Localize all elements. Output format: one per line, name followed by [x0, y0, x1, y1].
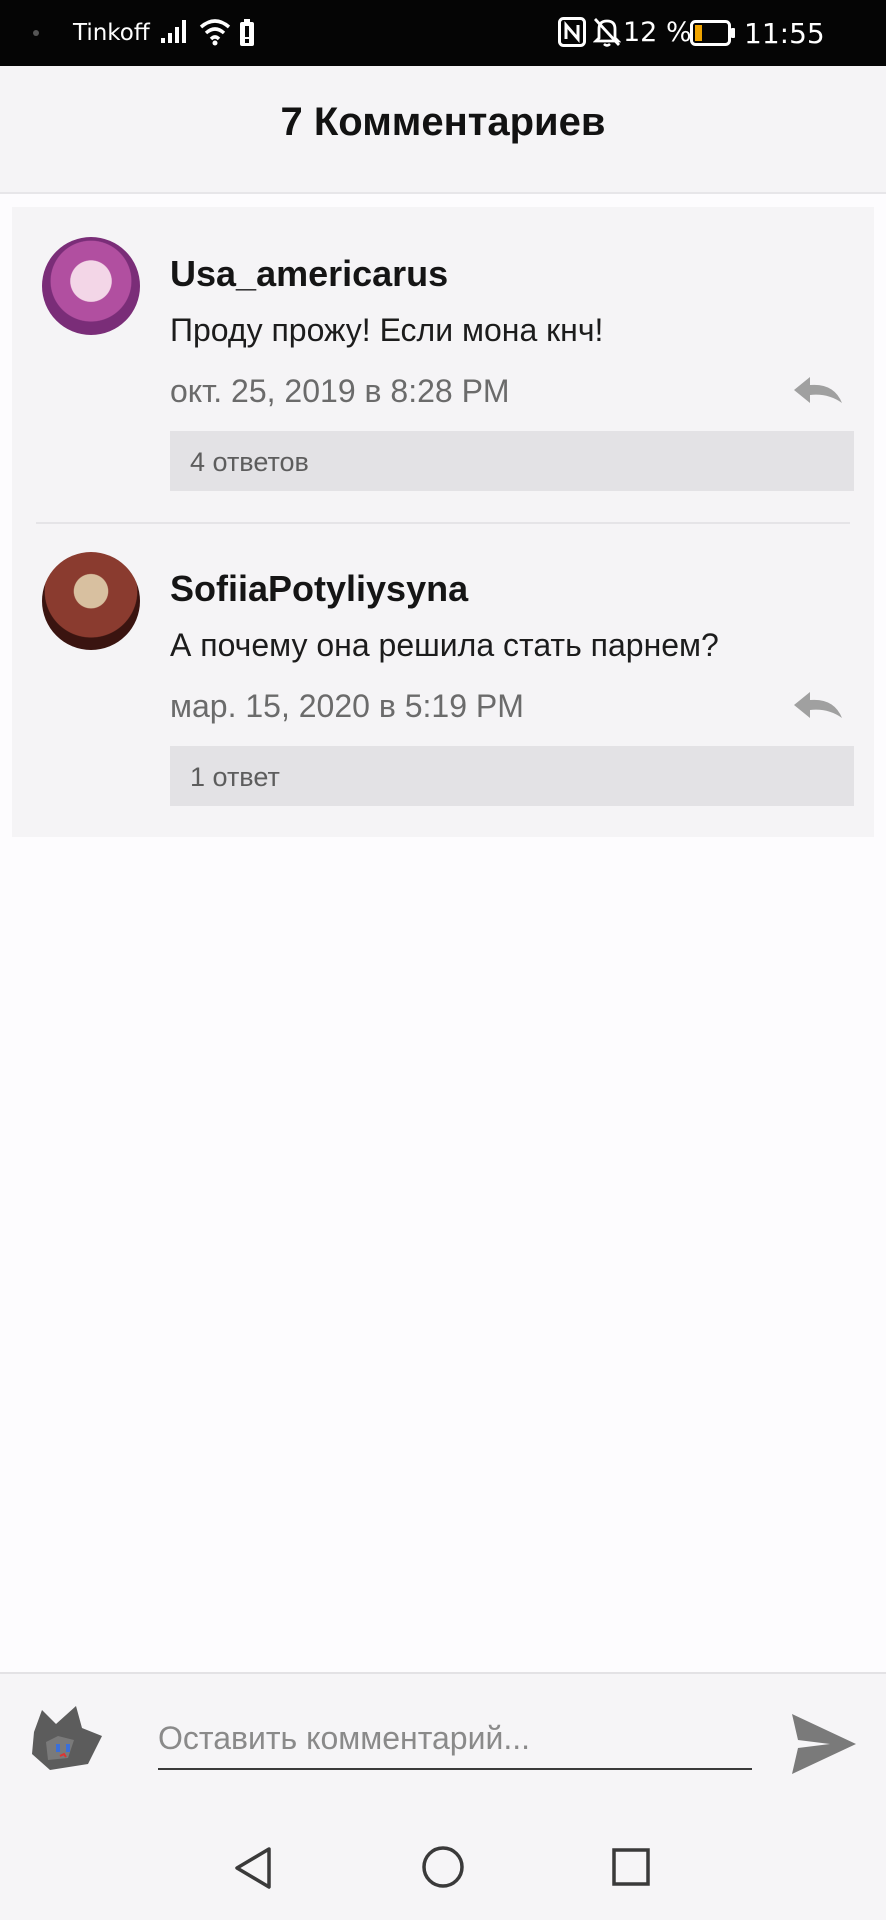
- avatar[interactable]: [42, 237, 140, 335]
- comment-date: мар. 15, 2020 в 5:19 PM: [170, 688, 524, 724]
- status-bar: Tinkoff 12 % 11:55: [0, 0, 886, 66]
- recents-icon[interactable]: [612, 1848, 650, 1886]
- battery-percent: 12 %: [623, 17, 692, 48]
- battery-saver-icon: [240, 19, 254, 46]
- comment-composer: Оставить комментарий...: [0, 1672, 886, 1800]
- comments-list: Usa_americarus Проду прожу! Если мона кн…: [12, 207, 874, 837]
- page-title: 7 Комментариев: [280, 100, 606, 144]
- comment-input[interactable]: Оставить комментарий...: [158, 1696, 752, 1770]
- back-icon[interactable]: [233, 1846, 273, 1890]
- user-avatar-icon: [32, 1706, 102, 1770]
- comment-item: SofiiaPotyliysyna А почему она решила ст…: [12, 522, 874, 837]
- replies-label: 4 ответов: [190, 447, 309, 477]
- comment-text: Проду прожу! Если мона кнч!: [170, 312, 604, 348]
- comment-username[interactable]: SofiiaPotyliysyna: [170, 568, 468, 610]
- replies-label: 1 ответ: [190, 762, 280, 792]
- home-icon[interactable]: [421, 1845, 465, 1889]
- comment-text: А почему она решила стать парнем?: [170, 627, 719, 663]
- camera-dot: [33, 30, 39, 36]
- mute-bell-icon: [593, 18, 621, 47]
- carrier-label: Tinkoff: [73, 20, 150, 46]
- comment-item: Usa_americarus Проду прожу! Если мона кн…: [12, 207, 874, 522]
- comments-header: 7 Комментариев: [0, 66, 886, 194]
- comment-date: окт. 25, 2019 в 8:28 PM: [170, 373, 510, 409]
- battery-icon: [690, 20, 735, 46]
- comment-username[interactable]: Usa_americarus: [170, 253, 448, 295]
- signal-icon: [161, 20, 186, 43]
- avatar[interactable]: [42, 552, 140, 650]
- replies-button[interactable]: 4 ответов: [170, 431, 854, 491]
- divider: [36, 522, 850, 524]
- nfc-icon: [558, 17, 586, 47]
- clock: 11:55: [744, 17, 825, 50]
- send-icon[interactable]: [790, 1712, 858, 1776]
- wifi-icon: [199, 19, 231, 46]
- system-nav-bar: [0, 1800, 886, 1920]
- replies-button[interactable]: 1 ответ: [170, 746, 854, 806]
- reply-icon[interactable]: [790, 373, 844, 407]
- reply-icon[interactable]: [790, 688, 844, 722]
